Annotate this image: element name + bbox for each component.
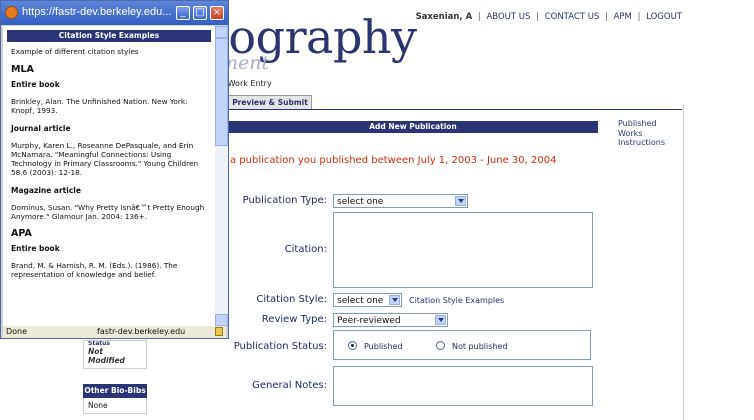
chevron-down-icon [389, 295, 400, 305]
item-type-heading: Entire book [11, 80, 60, 89]
citation-examples-header: Citation Style Examples [7, 30, 211, 42]
close-button[interactable]: × [210, 6, 224, 20]
review-type-select[interactable]: Peer-reviewed [333, 313, 448, 327]
popup-window: https://fastr-dev.berkeley.edu... _ □ × … [0, 0, 229, 339]
maximize-button[interactable]: □ [193, 6, 207, 20]
citation-style-examples-link[interactable]: Citation Style Examples [409, 296, 504, 305]
nav-about-us[interactable]: ABOUT US [486, 12, 530, 22]
other-bio-bibs-header: Other Bio-Bibs [83, 384, 147, 398]
style-heading-mla: MLA [11, 64, 34, 75]
nav-apm[interactable]: APM [614, 12, 632, 22]
popup-title: https://fastr-dev.berkeley.edu... [22, 6, 172, 18]
scroll-thumb[interactable] [215, 38, 228, 146]
nav-logout[interactable]: LOGOUT [646, 12, 682, 22]
publication-status-label: Publication Status: [233, 341, 327, 352]
citation-style-select[interactable]: select one [333, 293, 402, 307]
column-divider [683, 105, 684, 420]
citation-example: Dominus, Susan. "Why Pretty Isnâ€™t Pret… [11, 203, 205, 221]
minimize-button[interactable]: _ [176, 6, 190, 20]
published-works-instructions-link[interactable]: Published Works Instructions [618, 119, 678, 148]
style-heading-apa: APA [11, 228, 32, 239]
form-header: Add New Publication [228, 121, 598, 133]
scroll-up-button[interactable] [215, 26, 228, 38]
review-type-label: Review Type: [261, 314, 327, 325]
lock-icon [215, 327, 223, 336]
popup-titlebar[interactable]: https://fastr-dev.berkeley.edu... _ □ × [1, 1, 228, 25]
radio-not-published-label: Not published [452, 342, 508, 351]
radio-published[interactable] [348, 341, 357, 350]
publication-type-select[interactable]: select one [333, 194, 468, 208]
popup-intro: Example of different citation styles [11, 47, 139, 56]
status-value: Not Modified [88, 347, 125, 365]
general-notes-textarea[interactable] [333, 366, 593, 406]
item-type-heading: Journal article [11, 124, 71, 133]
chevron-down-icon [455, 196, 466, 206]
tab-divider [210, 109, 682, 110]
citation-label: Citation: [284, 244, 327, 255]
popup-content: Citation Style Examples Example of diffe… [3, 26, 215, 326]
citation-style-label: Citation Style: [256, 294, 327, 305]
status-done: Done [6, 327, 28, 336]
top-nav: Saxenian, A | ABOUT US | CONTACT US | AP… [415, 12, 682, 22]
popup-statusbar: Done fastr-dev.berkeley.edu [3, 326, 226, 338]
item-type-heading: Magazine article [11, 186, 81, 195]
publication-type-label: Publication Type: [242, 195, 327, 206]
citation-textarea[interactable] [333, 212, 593, 288]
status-domain: fastr-dev.berkeley.edu [97, 327, 186, 336]
other-bio-bibs-value: None [83, 398, 147, 414]
citation-style-value: select one [337, 296, 384, 306]
publication-type-value: select one [337, 197, 384, 207]
item-type-heading: Entire book [11, 244, 60, 253]
firefox-icon [5, 6, 18, 19]
tab-preview-submit[interactable]: Preview & Submit [228, 95, 312, 110]
form-intro: a publication you published between July… [230, 155, 557, 166]
publication-status-group: Published Not published [333, 330, 591, 360]
citation-example: Murphy, Karen L., Roseanne DePasquale, a… [11, 141, 199, 177]
radio-not-published[interactable] [436, 341, 445, 350]
other-bio-bibs-box: Other Bio-Bibs None [83, 384, 147, 414]
scroll-down-button[interactable] [215, 314, 228, 326]
general-notes-label: General Notes: [252, 380, 327, 391]
chevron-down-icon [435, 315, 446, 325]
citation-example: Brand, M. & Harnish, R. M. (Eds.). (1986… [11, 261, 178, 279]
nav-contact-us[interactable]: CONTACT US [545, 12, 600, 22]
status-box: Status Not Modified [83, 340, 147, 369]
review-type-value: Peer-reviewed [337, 316, 401, 326]
citation-example: Brinkley, Alan. The Unfinished Nation. N… [11, 97, 188, 115]
radio-published-label: Published [364, 342, 403, 351]
popup-scrollbar[interactable] [215, 26, 228, 326]
user-name: Saxenian, A [415, 12, 473, 22]
